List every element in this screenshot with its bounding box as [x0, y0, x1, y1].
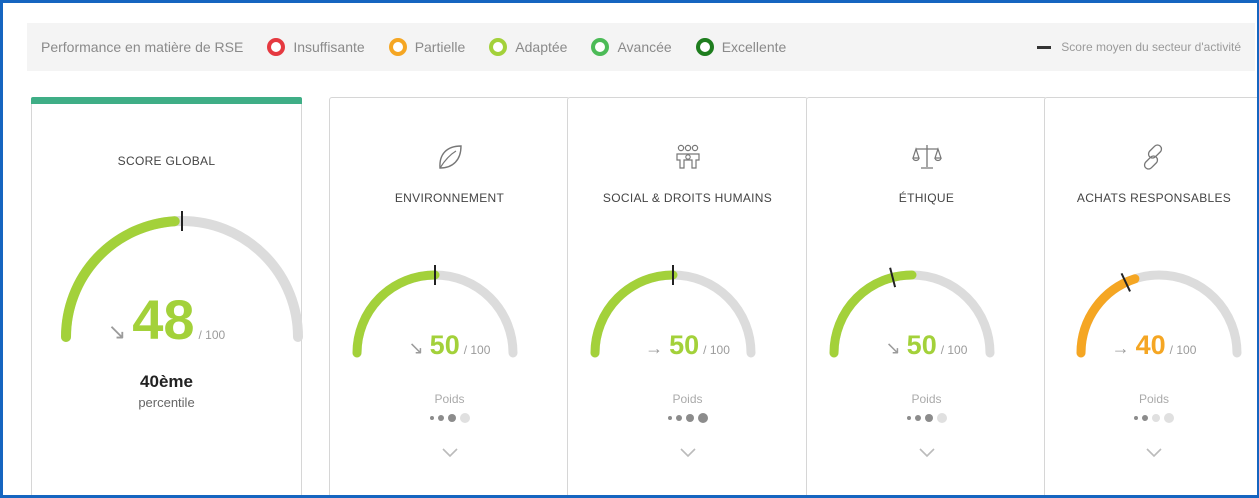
weight-dot — [906, 416, 911, 420]
weight-dots — [1045, 413, 1257, 423]
weight-dot — [1164, 413, 1174, 423]
legend-average-label: Score moyen du secteur d'activité — [1061, 40, 1241, 54]
legend-dot-icon — [388, 38, 407, 56]
category-score-line: ↘ 50 / 100 — [807, 330, 1046, 361]
legend-dot-icon — [489, 38, 508, 56]
trend-flat-icon: → — [645, 338, 664, 358]
weight-dot — [914, 415, 921, 421]
weight-dot — [437, 415, 444, 421]
category-score-max: / 100 — [1169, 343, 1197, 357]
category-card-achats[interactable]: ACHATS RESPONSABLES → 40 / 100 Poids — [1044, 97, 1257, 495]
global-score-line: ↘ 48 / 100 — [32, 287, 301, 352]
category-score-max: / 100 — [463, 343, 491, 357]
chevron-down-icon[interactable] — [918, 446, 936, 458]
legend-item-insuffisante: Insuffisante — [267, 38, 365, 56]
category-score-max: / 100 — [703, 343, 730, 357]
weight-dot — [667, 416, 672, 420]
category-score-value: 50 — [906, 330, 937, 360]
weight-label: Poids — [672, 392, 703, 406]
legend-label: Partielle — [414, 39, 466, 55]
weight-dot — [675, 415, 682, 421]
legend-label: Adaptée — [515, 39, 568, 55]
legend-item-excellente: Excellente — [695, 38, 787, 56]
weight-dot — [447, 414, 456, 422]
category-card-environnement[interactable]: ENVIRONNEMENT ↘ 50 / 100 Poids — [329, 97, 570, 495]
weight-dot — [1134, 416, 1138, 420]
percentile-label: percentile — [138, 395, 195, 410]
legend-dot-icon — [267, 38, 286, 56]
legend-item-adaptee: Adaptée — [489, 38, 567, 56]
weight-dot — [924, 414, 933, 422]
rse-scorecard-panel: Performance en matière de RSE Insuffisan… — [0, 0, 1259, 498]
category-score-value: 50 — [429, 330, 460, 360]
weight-label: Poids — [911, 392, 942, 406]
weight-dots — [568, 413, 807, 423]
legend-sector-average: Score moyen du secteur d'activité — [1037, 40, 1241, 54]
weight-dot — [936, 413, 947, 423]
category-card-social[interactable]: SOCIAL & DROITS HUMAINS → 50 / 100 Poids — [567, 97, 808, 495]
weight-dot — [459, 413, 470, 423]
legend-label: Insuffisante — [293, 39, 365, 55]
trend-down-icon: ↘ — [408, 338, 424, 358]
performance-legend: Performance en matière de RSE Insuffisan… — [27, 23, 1255, 71]
average-marker-icon — [1037, 45, 1052, 49]
weight-dots — [807, 413, 1046, 423]
weight-dot — [697, 413, 708, 423]
chevron-down-icon[interactable] — [1145, 446, 1163, 458]
weight-label: Poids — [1138, 392, 1170, 406]
chevron-down-icon[interactable] — [679, 446, 697, 458]
global-score-max: / 100 — [198, 328, 226, 342]
weight-label: Poids — [434, 392, 465, 406]
category-score-line: ↘ 50 / 100 — [330, 330, 569, 361]
trend-flat-icon: → — [1111, 338, 1130, 358]
weight-dot — [1152, 414, 1160, 422]
legend-label: Avancée — [617, 39, 672, 55]
category-score-line: → 40 / 100 — [1045, 330, 1257, 361]
weight-dot — [429, 416, 434, 420]
weight-dots — [330, 413, 569, 423]
legend-dot-icon — [695, 38, 714, 56]
percentile-rank: 40ème — [140, 372, 193, 391]
category-score-value: 40 — [1135, 330, 1166, 360]
legend-title: Performance en matière de RSE — [41, 39, 244, 55]
legend-item-avancee: Avancée — [591, 38, 672, 56]
category-score-line: → 50 / 100 — [568, 330, 807, 361]
legend-item-partielle: Partielle — [388, 38, 466, 56]
trend-down-icon: ↘ — [885, 338, 901, 358]
category-score-max: / 100 — [940, 343, 968, 357]
legend-label: Excellente — [721, 39, 787, 55]
weight-dot — [1142, 415, 1148, 421]
trend-down-icon: ↘ — [107, 319, 127, 344]
weight-dot — [685, 414, 694, 422]
category-score-value: 50 — [669, 330, 700, 360]
chevron-down-icon[interactable] — [441, 446, 459, 458]
global-score-value: 48 — [132, 288, 195, 351]
category-card-ethique[interactable]: ÉTHIQUE ↘ 50 / 100 Poids — [806, 97, 1047, 495]
global-score-card: SCORE GLOBAL ↘ 48 / 100 40ème percentile — [31, 97, 303, 495]
legend-dot-icon — [591, 38, 610, 56]
